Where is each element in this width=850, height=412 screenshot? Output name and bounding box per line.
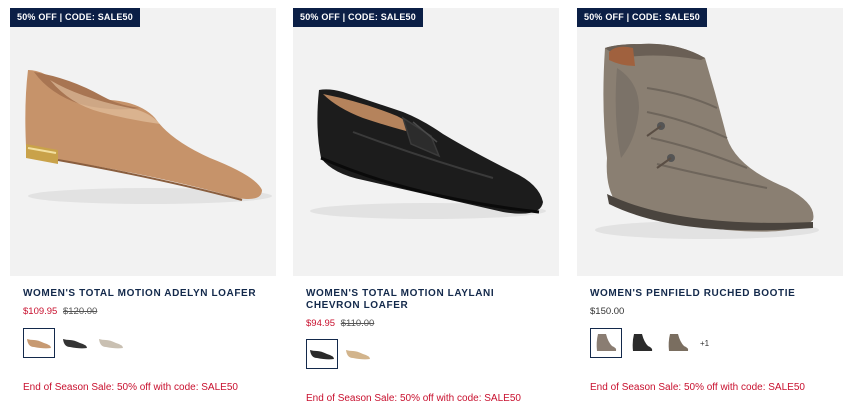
boot-thumbnail-icon	[668, 334, 689, 351]
original-price: $120.00	[62, 306, 98, 317]
swatch-black[interactable]	[306, 339, 338, 369]
price: $150.00	[590, 306, 625, 317]
discount-badge: 50% OFF | CODE: SALE50	[293, 8, 423, 27]
price-row: $94.95 $110.00	[306, 318, 374, 329]
product-title[interactable]: WOMEN'S PENFIELD RUCHED BOOTIE	[590, 288, 830, 300]
shoe-thumbnail-icon	[63, 339, 87, 349]
shoe-thumbnail-icon	[346, 350, 370, 360]
swatch-black[interactable]	[59, 328, 91, 358]
color-swatches	[306, 339, 374, 369]
shoe-thumbnail-icon	[310, 350, 334, 360]
boot-thumbnail-icon	[596, 334, 617, 351]
swatch-tan[interactable]	[23, 328, 55, 358]
promo-text: End of Season Sale: 50% off with code: S…	[306, 393, 521, 404]
product-card[interactable]: 50% OFF | CODE: SALE50 WOMEN'S PENFIELD …	[577, 8, 843, 412]
more-colors-link[interactable]: +1	[700, 339, 709, 348]
discount-badge: 50% OFF | CODE: SALE50	[10, 8, 140, 27]
grey-ruched-bootie-image	[595, 43, 819, 239]
product-image[interactable]	[577, 8, 843, 276]
swatch-black[interactable]	[626, 328, 658, 358]
product-title[interactable]: WOMEN'S TOTAL MOTION ADELYN LOAFER	[23, 288, 263, 300]
promo-text: End of Season Sale: 50% off with code: S…	[590, 382, 805, 393]
product-image[interactable]	[10, 8, 276, 276]
product-card[interactable]: 50% OFF | CODE: SALE50 WOMEN'S TOTAL MOT…	[293, 8, 559, 412]
black-chevron-loafer-image	[310, 89, 546, 219]
shoe-thumbnail-icon	[99, 339, 123, 349]
product-title[interactable]: WOMEN'S TOTAL MOTION LAYLANI CHEVRON LOA…	[306, 288, 546, 312]
swatch-grey[interactable]	[590, 328, 622, 358]
product-image[interactable]	[293, 8, 559, 276]
shoe-thumbnail-icon	[27, 339, 51, 349]
boot-thumbnail-icon	[632, 334, 653, 351]
tan-pointed-loafer-image	[25, 70, 272, 204]
discount-badge: 50% OFF | CODE: SALE50	[577, 8, 707, 27]
promo-text: End of Season Sale: 50% off with code: S…	[23, 382, 238, 393]
swatch-taupe[interactable]	[95, 328, 127, 358]
color-swatches	[23, 328, 127, 358]
color-swatches: +1	[590, 328, 709, 358]
swatch-brown[interactable]	[662, 328, 694, 358]
original-price: $110.00	[340, 318, 375, 329]
price-row: $150.00	[590, 306, 624, 317]
swatch-tan[interactable]	[342, 339, 374, 369]
sale-price: $109.95	[23, 306, 58, 317]
price-row: $109.95 $120.00	[23, 306, 97, 317]
product-card[interactable]: 50% OFF | CODE: SALE50 WOMEN'S TOTAL MOT…	[10, 8, 276, 412]
sale-price: $94.95	[306, 318, 336, 329]
